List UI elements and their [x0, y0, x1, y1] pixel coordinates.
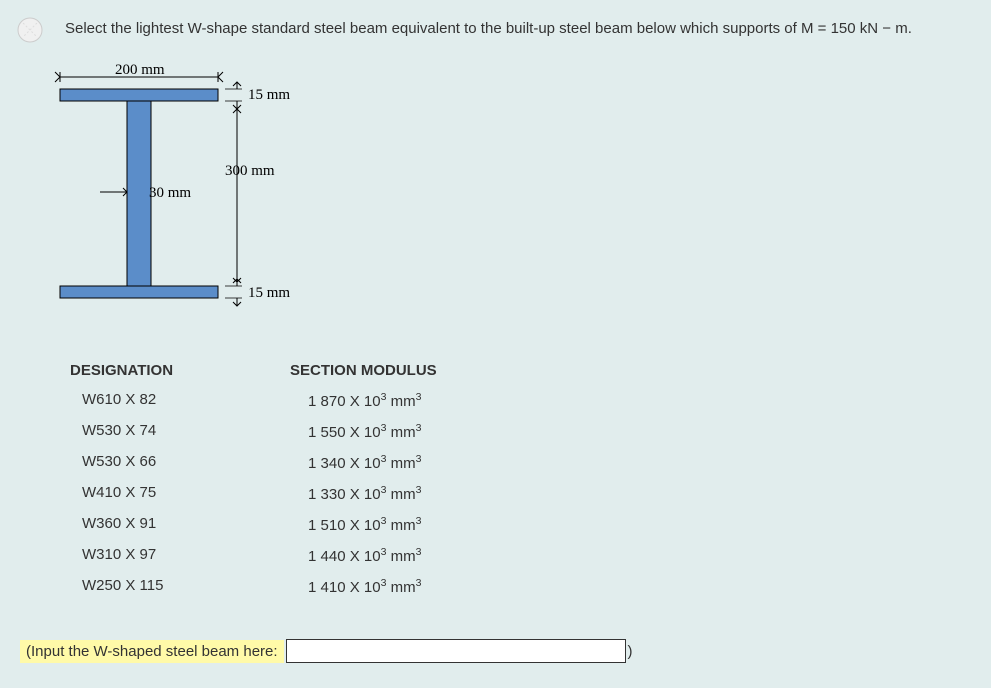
dim-flange-width: 200 mm	[115, 62, 165, 78]
question-text: Select the lightest W-shape standard ste…	[65, 20, 941, 37]
dim-web-thickness: 30 mm	[149, 185, 191, 201]
cell-modulus: 1 330 X 103 mm3	[290, 484, 421, 503]
header-designation: DESIGNATION	[70, 362, 290, 379]
answer-input-area: (Input the W-shaped steel beam here: )	[20, 639, 633, 663]
cell-designation: W360 X 91	[70, 515, 290, 534]
table-row: W410 X 751 330 X 103 mm3	[70, 484, 941, 503]
beam-diagram: 200 mm 15 mm 300 mm 30 mm	[30, 57, 941, 322]
cell-modulus: 1 550 X 103 mm3	[290, 422, 421, 441]
cell-designation: W250 X 115	[70, 577, 290, 596]
cell-modulus: 1 340 X 103 mm3	[290, 453, 421, 472]
header-modulus: SECTION MODULUS	[290, 362, 437, 379]
dim-bottom-flange-thickness: 15 mm	[248, 285, 290, 301]
paren-close: )	[628, 643, 633, 660]
table-row: W530 X 661 340 X 103 mm3	[70, 453, 941, 472]
table-header: DESIGNATION SECTION MODULUS	[70, 362, 941, 379]
input-label: (Input the W-shaped steel beam here:	[20, 640, 284, 663]
cell-modulus: 1 410 X 103 mm3	[290, 577, 421, 596]
cell-designation: W530 X 74	[70, 422, 290, 441]
table-row: W310 X 971 440 X 103 mm3	[70, 546, 941, 565]
table-row: W610 X 821 870 X 103 mm3	[70, 391, 941, 410]
cell-designation: W610 X 82	[70, 391, 290, 410]
cell-designation: W410 X 75	[70, 484, 290, 503]
cell-designation: W310 X 97	[70, 546, 290, 565]
cell-modulus: 1 440 X 103 mm3	[290, 546, 421, 565]
table-row: W360 X 911 510 X 103 mm3	[70, 515, 941, 534]
cell-modulus: 1 870 X 103 mm3	[290, 391, 421, 410]
table-row: W250 X 1151 410 X 103 mm3	[70, 577, 941, 596]
cell-modulus: 1 510 X 103 mm3	[290, 515, 421, 534]
dim-top-flange-thickness: 15 mm	[248, 87, 290, 103]
question-mark-icon	[15, 15, 45, 45]
dim-web-height: 300 mm	[225, 163, 275, 179]
beam-table: DESIGNATION SECTION MODULUS W610 X 821 8…	[70, 362, 941, 596]
cell-designation: W530 X 66	[70, 453, 290, 472]
table-row: W530 X 741 550 X 103 mm3	[70, 422, 941, 441]
answer-input[interactable]	[286, 639, 626, 663]
